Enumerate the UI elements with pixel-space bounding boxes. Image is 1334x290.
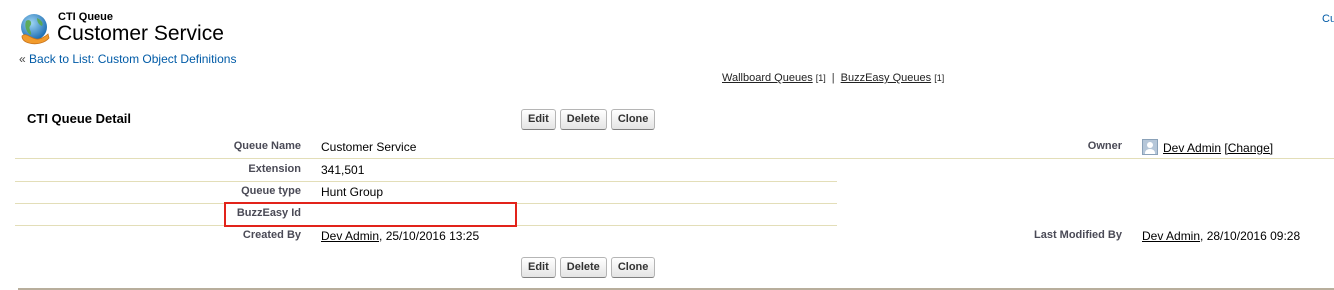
last-modified-by-label: Last Modified By <box>1033 229 1122 241</box>
top-button-row: Edit Delete Clone <box>521 109 656 130</box>
owner-value: Dev Admin [Change] <box>1142 139 1273 155</box>
delete-button[interactable]: Delete <box>559 257 607 278</box>
back-to-list-link[interactable]: Back to List: Custom Object Definitions <box>29 52 236 66</box>
clone-button[interactable]: Clone <box>610 257 656 278</box>
header-corner-link[interactable]: Cu <box>1322 13 1334 25</box>
row-divider <box>15 158 1334 159</box>
related-link-buzzeasy-count: [1] <box>934 73 945 83</box>
globe-phone-icon <box>21 14 50 45</box>
breadcrumb: « Back to List: Custom Object Definition… <box>19 52 236 66</box>
queue-name-label: Queue Name <box>233 140 301 152</box>
owner-user-link[interactable]: Dev Admin <box>1163 141 1221 155</box>
edit-button[interactable]: Edit <box>521 257 556 278</box>
delete-button[interactable]: Delete <box>559 109 607 130</box>
section-title: CTI Queue Detail <box>27 111 132 126</box>
created-by-value: Dev Admin, 25/10/2016 13:25 <box>321 229 479 243</box>
owner-label: Owner <box>1087 140 1122 152</box>
page-title: Customer Service <box>57 22 224 45</box>
extension-value: 341,501 <box>321 163 365 177</box>
queue-type-label: Queue type <box>241 185 301 197</box>
related-link-wallboard-queues[interactable]: Wallboard Queues <box>722 72 813 84</box>
last-modified-by-value: Dev Admin, 28/10/2016 09:28 <box>1142 229 1300 243</box>
queue-name-value: Customer Service <box>321 140 417 154</box>
created-by-label: Created By <box>242 229 301 241</box>
row-divider <box>15 181 837 182</box>
related-link-buzzeasy-queues[interactable]: BuzzEasy Queues <box>841 72 932 84</box>
related-link-separator: | <box>831 72 835 84</box>
edit-button[interactable]: Edit <box>521 109 556 130</box>
bottom-button-row: Edit Delete Clone <box>521 257 656 278</box>
queue-type-value: Hunt Group <box>321 185 384 199</box>
highlight-annotation-box <box>224 202 517 227</box>
related-list-links: Wallboard Queues [1] | BuzzEasy Queues [1] <box>722 72 944 84</box>
back-link-prefix: « <box>19 52 26 66</box>
related-link-wallboard-count: [1] <box>815 73 826 83</box>
extension-label: Extension <box>248 163 301 175</box>
created-by-user-link[interactable]: Dev Admin <box>321 229 379 243</box>
user-icon <box>1142 139 1158 155</box>
created-by-date: , 25/10/2016 13:25 <box>379 229 480 243</box>
last-modified-user-link[interactable]: Dev Admin <box>1142 229 1200 243</box>
change-owner-link[interactable]: [Change] <box>1224 141 1273 155</box>
clone-button[interactable]: Clone <box>610 109 656 130</box>
last-modified-date: , 28/10/2016 09:28 <box>1200 229 1301 243</box>
